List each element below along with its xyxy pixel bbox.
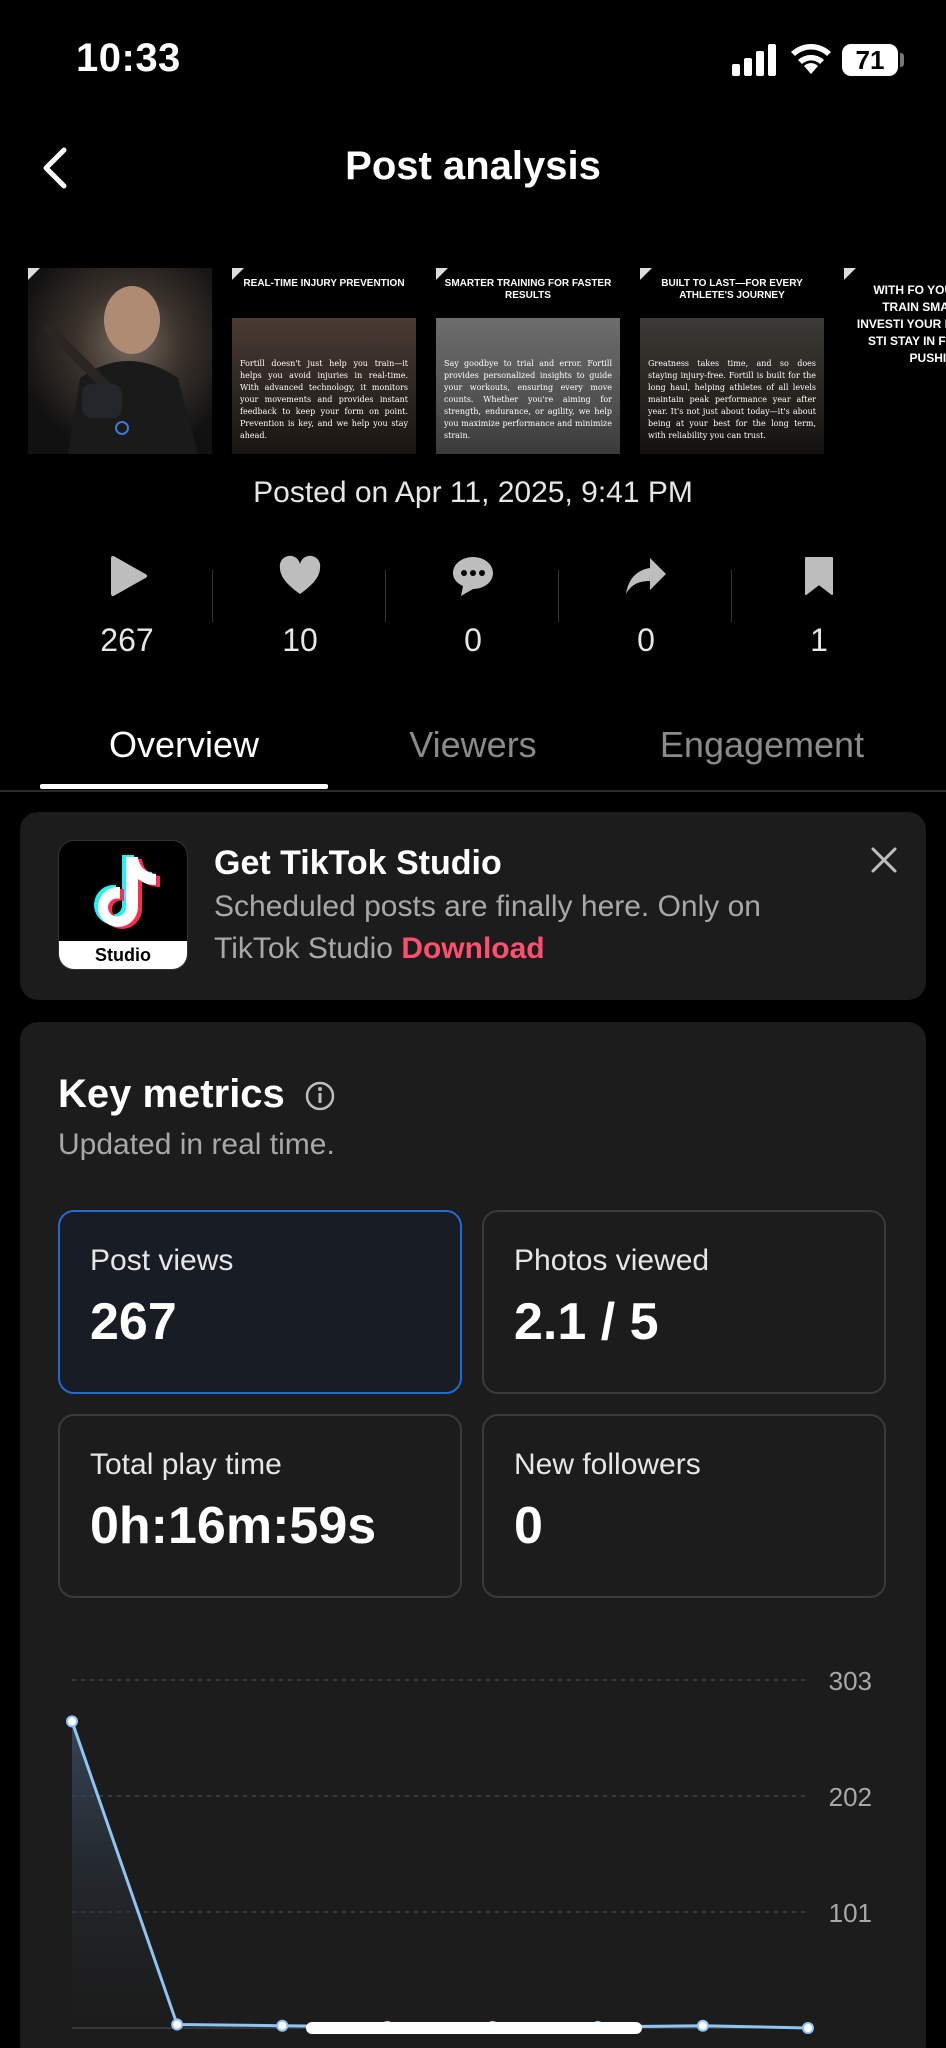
- analysis-tabs: Overview Viewers Engagement: [0, 710, 946, 792]
- metric-value: 2.1 / 5: [514, 1293, 659, 1351]
- stat-value: 10: [282, 622, 318, 658]
- download-link[interactable]: Download: [401, 932, 544, 965]
- promo-text: Scheduled posts are finally here. Only o…: [214, 886, 854, 970]
- key-metrics-subtitle: Updated in real time.: [58, 1128, 335, 1161]
- data-point: [171, 2018, 184, 2031]
- thumbnail-2[interactable]: REAL-TIME INJURY PREVENTION Fortill does…: [232, 268, 416, 454]
- tiktok-studio-banner: Studio Get TikTok Studio Scheduled posts…: [20, 812, 926, 1000]
- thumbnail-title: SMARTER TRAINING FOR FASTER RESULTS: [444, 278, 612, 301]
- active-tab-indicator: [40, 784, 328, 789]
- info-icon[interactable]: [304, 1080, 336, 1112]
- tab-viewers[interactable]: Viewers: [360, 724, 586, 766]
- metric-tile-post-views[interactable]: Post views 267: [58, 1210, 462, 1394]
- battery-icon: 71: [842, 44, 898, 76]
- thumbnail-1[interactable]: [28, 268, 212, 454]
- metric-label: New followers: [514, 1448, 701, 1481]
- thumbnail-body: Greatness takes time, and so does stayin…: [648, 359, 816, 440]
- comment-icon: [453, 557, 493, 596]
- views-series-line: [70, 1720, 809, 2030]
- signal-icon: [732, 44, 780, 76]
- data-point: [696, 2019, 709, 2032]
- stat-saves: 1: [732, 548, 906, 668]
- metric-value: 267: [90, 1293, 177, 1351]
- metric-tile-total-play-time[interactable]: Total play time 0h:16m:59s: [58, 1414, 462, 1598]
- stat-shares: 0: [559, 548, 733, 668]
- data-point: [276, 2019, 289, 2032]
- metric-label: Photos viewed: [514, 1244, 710, 1277]
- posted-date: Posted on Apr 11, 2025, 9:41 PM: [253, 476, 693, 509]
- thumbnail-title: REAL-TIME INJURY PREVENTION: [243, 278, 405, 289]
- thumbnail-body: Fortill doesn't just help you train—it h…: [240, 359, 408, 440]
- key-metrics-card: Key metrics Updated in real time. Post v…: [20, 1022, 926, 2048]
- thumbnail-body: Say goodbye to trial and error. Fortill …: [444, 359, 612, 440]
- status-time: 10:33: [76, 36, 181, 80]
- scroll-handle[interactable]: [306, 2022, 642, 2034]
- stat-likes: 10: [213, 548, 387, 668]
- thumbnail-5[interactable]: WITH FO YOU'RE NO TRAIN SMART YOU INVEST…: [844, 268, 946, 454]
- metric-value: 0: [514, 1497, 543, 1555]
- heart-icon: [279, 555, 321, 594]
- metric-tile-new-followers[interactable]: New followers 0: [482, 1414, 886, 1598]
- close-icon[interactable]: [868, 844, 900, 876]
- tab-engagement[interactable]: Engagement: [636, 724, 888, 766]
- thumbnail-4[interactable]: BUILT TO LAST—FOR EVERY ATHLETE'S JOURNE…: [640, 268, 824, 454]
- views-area: [72, 1721, 808, 2028]
- promo-title: Get TikTok Studio: [214, 844, 502, 882]
- tab-overview[interactable]: Overview: [40, 724, 328, 766]
- metric-label: Total play time: [90, 1448, 282, 1481]
- tiktok-studio-logo: Studio: [58, 840, 188, 970]
- play-icon: [111, 556, 147, 596]
- stat-views: 267: [40, 548, 214, 668]
- metric-tile-photos-viewed[interactable]: Photos viewed 2.1 / 5: [482, 1210, 886, 1394]
- data-point: [66, 1715, 78, 1728]
- bookmark-icon: [805, 557, 833, 595]
- athlete-photo: [43, 286, 198, 454]
- metric-label: Post views: [90, 1244, 234, 1277]
- y-tick-label: 101: [829, 1898, 872, 1928]
- stat-value: 0: [637, 622, 655, 658]
- stat-value: 267: [100, 622, 154, 658]
- page-title: Post analysis: [345, 144, 601, 188]
- battery-cap: [900, 53, 904, 67]
- studio-label: Studio: [59, 941, 187, 969]
- thumbnail-3[interactable]: SMARTER TRAINING FOR FASTER RESULTS Say …: [436, 268, 620, 454]
- key-metrics-title: Key metrics: [58, 1072, 285, 1116]
- share-icon: [626, 558, 666, 594]
- stat-value: 0: [464, 622, 482, 658]
- y-tick-label: 303: [829, 1666, 872, 1696]
- y-tick-label: 202: [829, 1782, 872, 1812]
- views-line-chart[interactable]: 303 202 101: [20, 1628, 926, 2048]
- thumbnail-title: BUILT TO LAST—FOR EVERY ATHLETE'S JOURNE…: [661, 278, 803, 301]
- engagement-stats: 267 10 0 0 1: [40, 548, 906, 668]
- wifi-icon: [791, 44, 831, 74]
- tiktok-note-icon: [94, 855, 160, 929]
- stat-comments: 0: [386, 548, 560, 668]
- thumbnail-title: WITH FO YOU'RE NO TRAIN SMART YOU INVEST…: [856, 283, 946, 365]
- data-point: [802, 2022, 814, 2034]
- metric-value: 0h:16m:59s: [90, 1497, 377, 1555]
- stat-value: 1: [810, 622, 828, 658]
- post-thumbnails: REAL-TIME INJURY PREVENTION Fortill does…: [28, 268, 946, 454]
- status-bar: 10:33 71: [0, 0, 946, 120]
